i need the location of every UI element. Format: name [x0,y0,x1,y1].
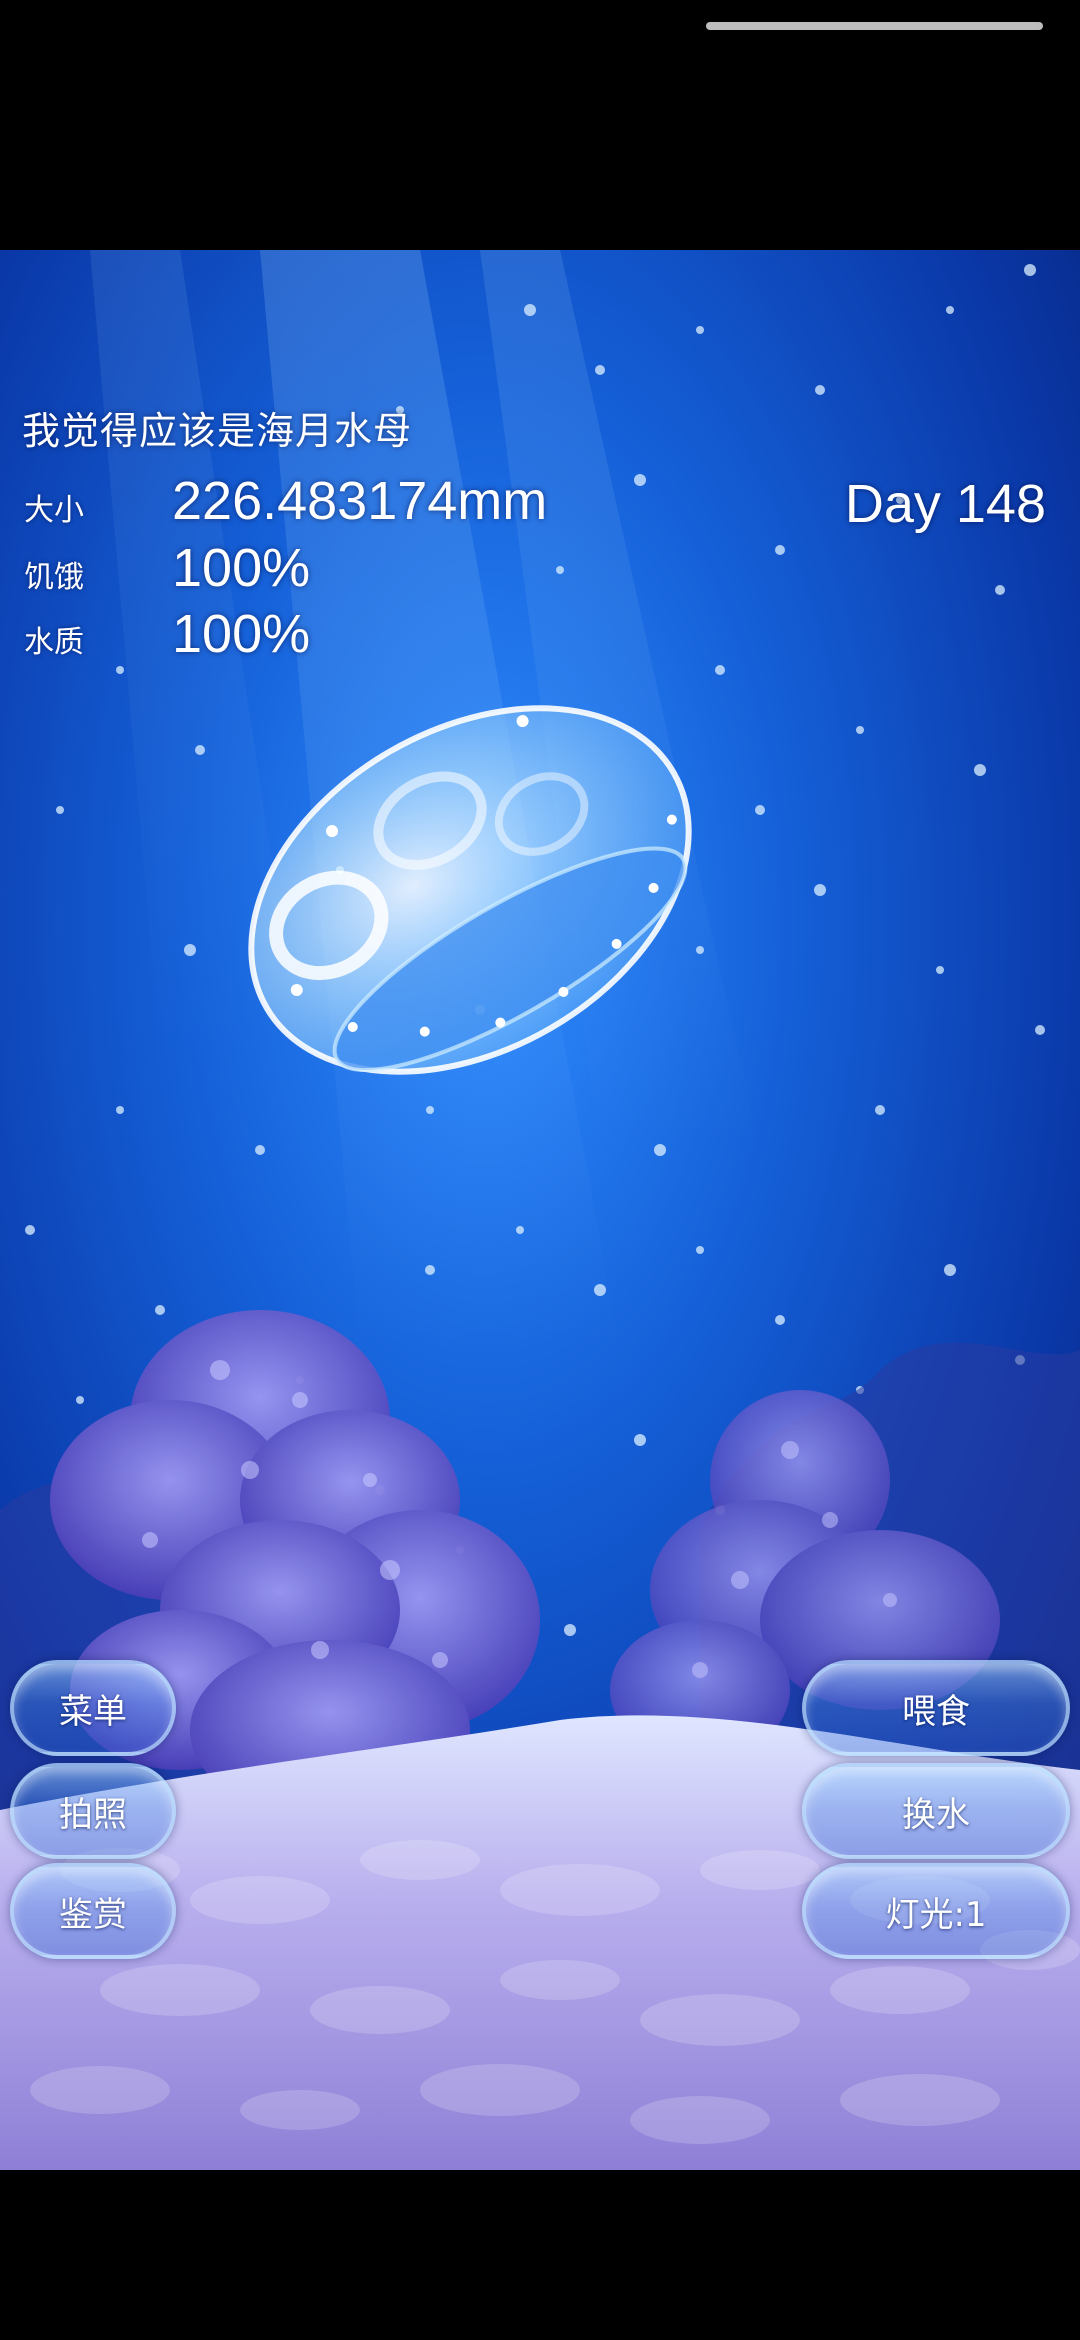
top-bar-area [0,0,1080,250]
app-screen: 我觉得应该是海月水母 大小 226.483174mm 饥饿 100% 水质 10… [0,0,1080,2340]
feed-button[interactable]: 喂食 [802,1660,1070,1756]
size-label: 大小 [24,493,84,528]
bottom-bar-area [0,2170,1080,2340]
change-water-button[interactable]: 换水 [802,1763,1070,1859]
menu-button[interactable]: 菜单 [10,1660,176,1756]
light-button[interactable]: 灯光:1 [802,1863,1070,1959]
species-guess-text: 我觉得应该是海月水母 [22,409,413,453]
gallery-button[interactable]: 鉴赏 [10,1863,176,1959]
hunger-value: 100% [172,538,311,598]
water-quality-label: 水质 [24,625,84,660]
day-counter: Day 148 [844,474,1046,534]
photo-button[interactable]: 拍照 [10,1763,176,1859]
status-indicator [706,22,1043,30]
water-quality-value: 100% [172,604,311,664]
hunger-label: 饥饿 [24,560,84,595]
size-value: 226.483174mm [172,471,548,531]
